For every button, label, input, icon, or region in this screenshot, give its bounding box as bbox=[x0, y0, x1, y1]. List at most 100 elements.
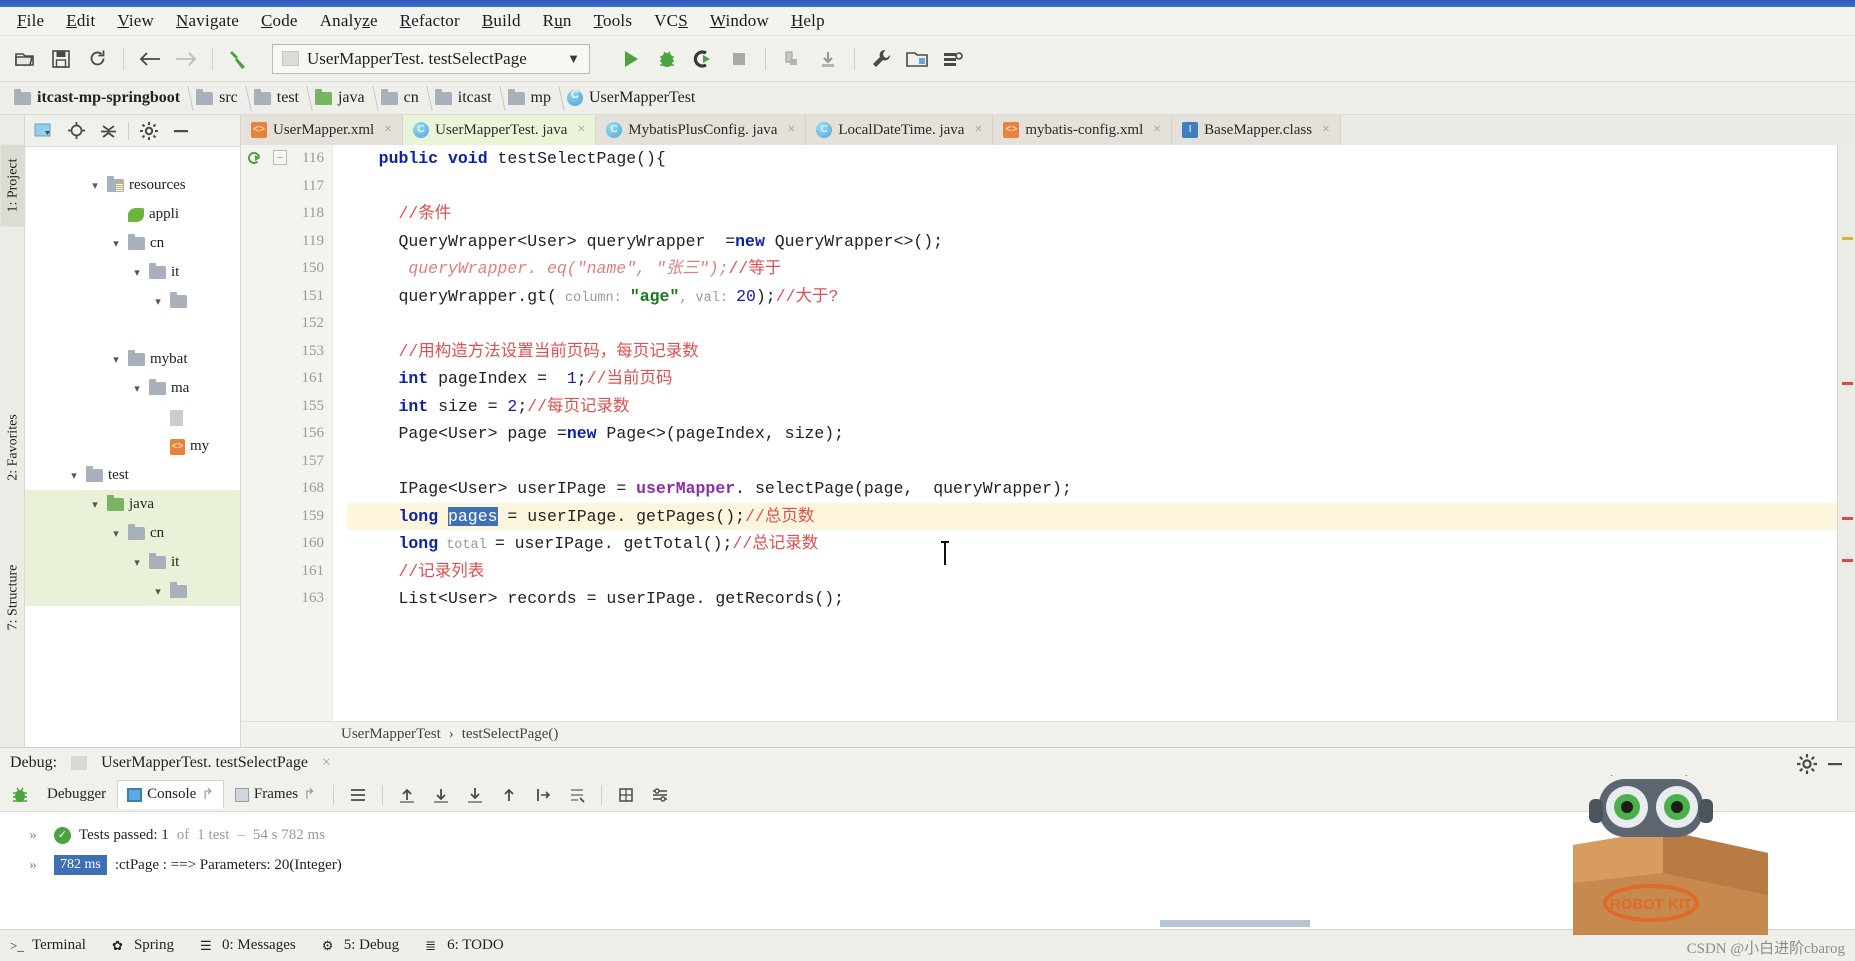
tree-item[interactable]: ▾ ma bbox=[25, 374, 240, 403]
tree-item[interactable]: ▾ bbox=[25, 403, 240, 432]
chevron-down-icon[interactable]: ▾ bbox=[130, 382, 144, 395]
breadcrumb-item-itcast[interactable]: itcast bbox=[429, 82, 502, 114]
locate-icon[interactable] bbox=[61, 118, 91, 144]
tree-item[interactable]: ▾ bbox=[25, 577, 240, 606]
editor-tab-basemapper-class[interactable]: I BaseMapper.class × bbox=[1172, 115, 1341, 145]
evaluate-expression-icon[interactable] bbox=[561, 781, 593, 809]
step-over-icon[interactable] bbox=[425, 781, 457, 809]
expand-chevron-icon[interactable]: » bbox=[20, 827, 46, 844]
code-text[interactable]: public void testSelectPage(){ //条件 Query… bbox=[333, 145, 1837, 721]
breadcrumb-item-itcast-mp-springboot[interactable]: itcast-mp-springboot bbox=[8, 82, 190, 114]
menu-item-file[interactable]: File bbox=[6, 9, 55, 33]
mute-breakpoints-icon[interactable] bbox=[610, 781, 642, 809]
fold-gutter-icon[interactable]: – bbox=[273, 150, 287, 165]
attach-icon[interactable] bbox=[811, 43, 845, 75]
debug-button[interactable] bbox=[650, 43, 684, 75]
show-all-icon[interactable] bbox=[342, 781, 374, 809]
back-icon[interactable] bbox=[133, 43, 167, 75]
close-icon[interactable]: × bbox=[577, 122, 585, 138]
status-item-0-messages[interactable]: ☰ 0: Messages bbox=[200, 937, 296, 954]
menu-item-help[interactable]: Help bbox=[780, 9, 836, 33]
breadcrumb-item-usermappertest[interactable]: UserMapperTest bbox=[561, 82, 705, 114]
menu-item-view[interactable]: View bbox=[106, 9, 165, 33]
console-horizontal-scrollbar[interactable] bbox=[1160, 920, 1310, 927]
breadcrumb-item-java[interactable]: java bbox=[309, 82, 375, 114]
search-everywhere-icon[interactable] bbox=[936, 43, 970, 75]
stop-button[interactable] bbox=[722, 43, 756, 75]
menu-item-analyze[interactable]: Analyze bbox=[309, 9, 389, 33]
chevron-down-icon[interactable]: ▾ bbox=[67, 469, 81, 482]
editor-tab-mybatis-config-xml[interactable]: <> mybatis-config.xml × bbox=[993, 115, 1173, 145]
breadcrumb-method[interactable]: testSelectPage() bbox=[462, 726, 559, 743]
forward-icon[interactable] bbox=[169, 43, 203, 75]
chevron-down-icon[interactable]: ▾ bbox=[130, 266, 144, 279]
debug-window-hide-icon[interactable] bbox=[1819, 750, 1851, 778]
run-to-cursor-icon[interactable] bbox=[527, 781, 559, 809]
chevron-down-icon[interactable]: ▾ bbox=[130, 556, 144, 569]
tree-item[interactable]: ▾<>my bbox=[25, 432, 240, 461]
breadcrumb-item-src[interactable]: src bbox=[190, 82, 248, 114]
breadcrumb-item-cn[interactable]: cn bbox=[375, 82, 429, 114]
debug-console[interactable]: » ✓ Tests passed: 1 of 1 test – 54 s 782… bbox=[0, 812, 1855, 929]
force-step-into-icon[interactable] bbox=[493, 781, 525, 809]
marker-error-2[interactable] bbox=[1842, 517, 1853, 520]
menu-item-window[interactable]: Window bbox=[699, 9, 780, 33]
selected-identifier-pages[interactable]: pages bbox=[448, 506, 498, 526]
pin-icon-frames[interactable]: ↱ bbox=[303, 785, 316, 804]
status-item-terminal[interactable]: >_ Terminal bbox=[10, 937, 86, 954]
editor-tab-usermapper-xml[interactable]: <> UserMapper.xml × bbox=[241, 115, 404, 145]
chevron-down-icon[interactable]: ▾ bbox=[88, 179, 102, 192]
run-test-gutter-icon[interactable] bbox=[246, 150, 263, 167]
menu-item-tools[interactable]: Tools bbox=[583, 9, 644, 33]
tree-item[interactable]: ▾ bbox=[25, 287, 240, 316]
tool-tab-structure[interactable]: 7: Structure bbox=[1, 557, 26, 639]
menu-item-vcs[interactable]: VCS bbox=[643, 9, 699, 33]
editor-area[interactable]: – 116 117 118 119 150 151 152 153 161 155 156 157 16… bbox=[241, 145, 1855, 721]
step-out-icon[interactable] bbox=[391, 781, 423, 809]
profile-icon[interactable] bbox=[775, 43, 809, 75]
debug-tab-console[interactable]: Console ↱ bbox=[117, 780, 224, 809]
menu-item-edit[interactable]: Edit bbox=[55, 9, 106, 33]
chevron-down-icon[interactable]: ▾ bbox=[151, 295, 165, 308]
run-configuration-selector[interactable]: UserMapperTest. testSelectPage ▼ bbox=[272, 43, 590, 74]
debug-settings-icon[interactable] bbox=[644, 781, 676, 809]
chevron-down-icon[interactable]: ▾ bbox=[109, 527, 123, 540]
menu-item-run[interactable]: Run bbox=[532, 9, 583, 33]
chevron-down-icon[interactable]: ▾ bbox=[109, 237, 123, 250]
editor-tab-usermappertest-java[interactable]: C UserMapperTest. java × bbox=[403, 115, 597, 145]
debug-tab-debugger[interactable]: Debugger bbox=[38, 782, 115, 807]
status-item-spring[interactable]: ✿ Spring bbox=[112, 937, 174, 954]
expand-chevron-icon-2[interactable]: » bbox=[20, 857, 46, 874]
chevron-down-icon[interactable]: ▾ bbox=[109, 353, 123, 366]
chevron-down-icon[interactable]: ▾ bbox=[88, 498, 102, 511]
tree-item[interactable]: ▾ cn bbox=[25, 519, 240, 548]
close-icon[interactable]: × bbox=[974, 122, 982, 138]
tree-item[interactable]: ▾appli bbox=[25, 200, 240, 229]
breadcrumb-class[interactable]: UserMapperTest bbox=[341, 726, 441, 743]
close-icon[interactable]: × bbox=[384, 122, 392, 138]
tree-item[interactable]: ▾ it bbox=[25, 548, 240, 577]
settings-wrench-icon[interactable] bbox=[864, 43, 898, 75]
step-into-icon[interactable] bbox=[459, 781, 491, 809]
editor-tab-localdatetime-java[interactable]: C LocalDateTime. java × bbox=[806, 115, 994, 145]
build-hammer-icon[interactable] bbox=[222, 43, 256, 75]
breadcrumb-item-mp[interactable]: mp bbox=[502, 82, 561, 114]
open-project-icon[interactable] bbox=[8, 43, 42, 75]
status-item-5-debug[interactable]: ⚙ 5: Debug bbox=[322, 937, 399, 954]
editor-tab-mybatisplusconfig-java[interactable]: C MybatisPlusConfig. java × bbox=[596, 115, 807, 145]
run-button[interactable] bbox=[614, 43, 648, 75]
pin-icon-console[interactable]: ↱ bbox=[201, 785, 214, 804]
menu-item-build[interactable]: Build bbox=[471, 9, 532, 33]
save-all-icon[interactable] bbox=[44, 43, 78, 75]
status-item-6-todo[interactable]: ≣ 6: TODO bbox=[425, 937, 504, 954]
tree-item[interactable]: ▾ test bbox=[25, 461, 240, 490]
project-structure-icon[interactable] bbox=[900, 43, 934, 75]
gear-icon[interactable] bbox=[134, 118, 164, 144]
editor-gutter[interactable]: – 116 117 118 119 150 151 152 153 161 155 156 157 16… bbox=[241, 145, 333, 721]
project-tree[interactable]: ▾resources▾appli▾cn▾it▾▾▾mybat▾ma▾▾<>my▾… bbox=[25, 147, 240, 747]
menu-item-navigate[interactable]: Navigate bbox=[165, 9, 250, 33]
tree-item[interactable]: ▾ mybat bbox=[25, 345, 240, 374]
tree-item[interactable]: ▾ java bbox=[25, 490, 240, 519]
close-icon[interactable]: × bbox=[1322, 122, 1330, 138]
chevron-down-icon[interactable]: ▾ bbox=[151, 585, 165, 598]
